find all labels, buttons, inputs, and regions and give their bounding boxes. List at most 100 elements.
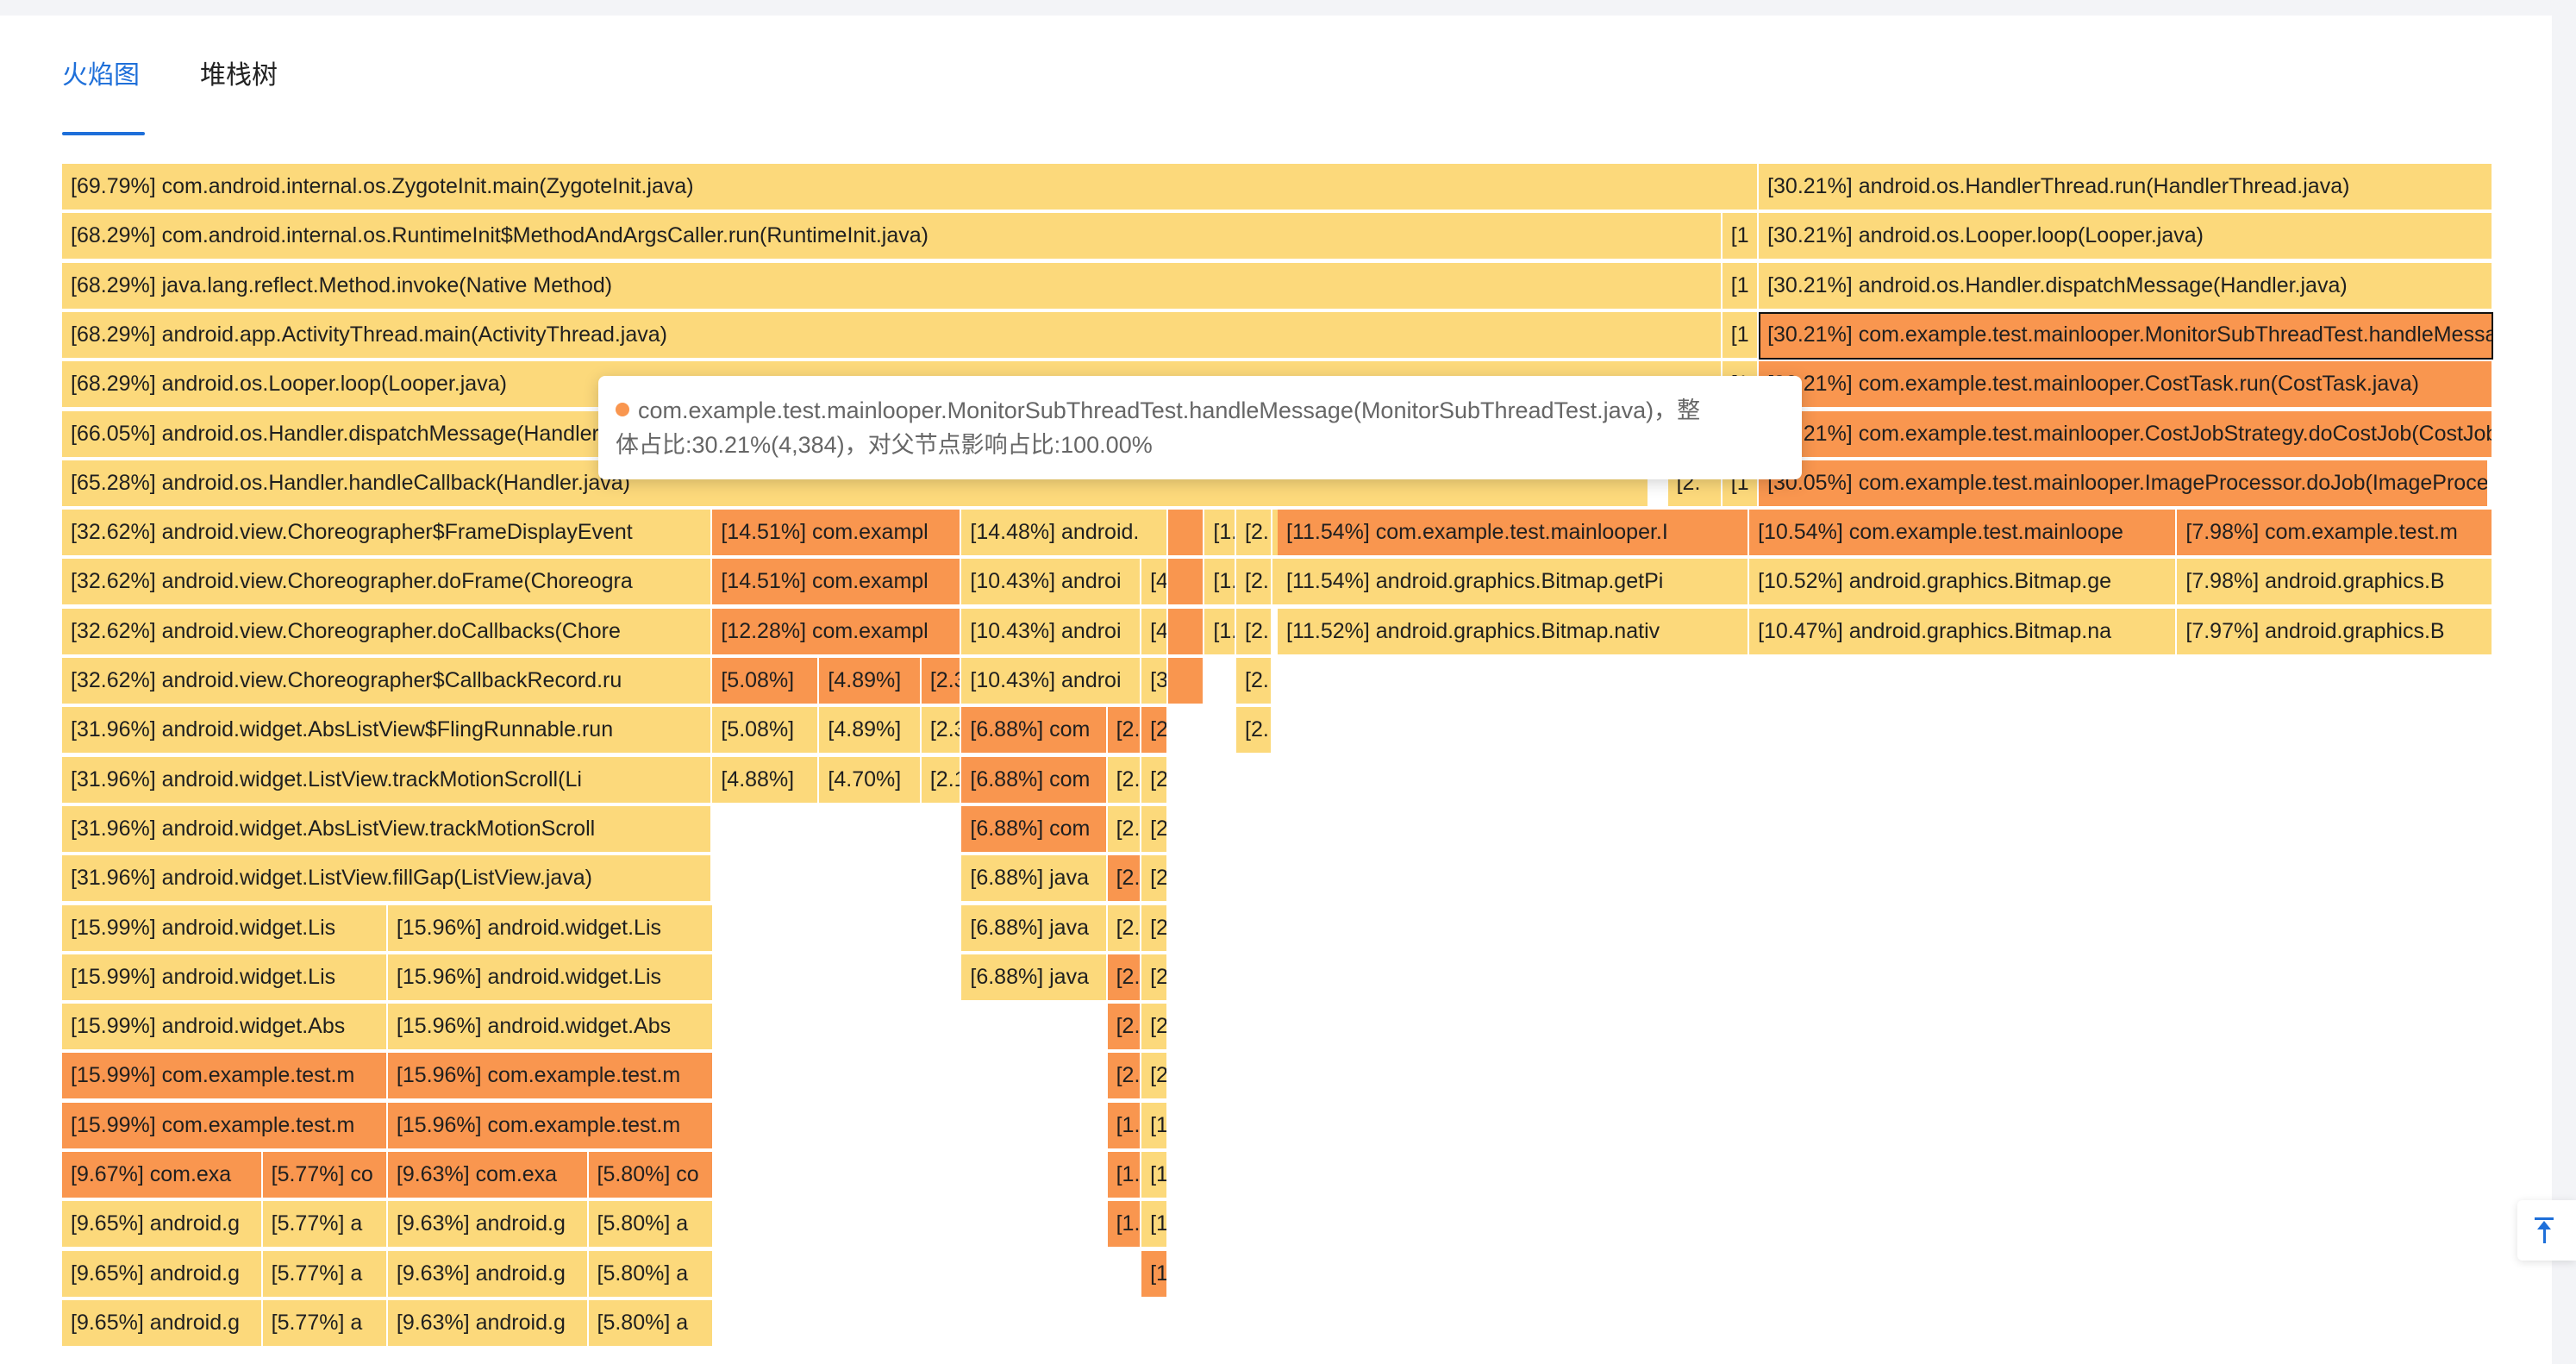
flame-frame[interactable]: [30.21%] android.os.HandlerThread.run(Ha… xyxy=(1759,164,2493,211)
flame-frame[interactable]: [32.62%] android.view.Choreographer$Call… xyxy=(62,658,713,705)
flame-frame[interactable]: [32.62%] android.view.Choreographer$Fram… xyxy=(62,510,713,558)
flame-frame[interactable]: [5.08%] xyxy=(712,658,820,705)
flame-frame[interactable]: [2.3 xyxy=(921,658,962,705)
flame-frame[interactable]: [5.77%] co xyxy=(262,1152,388,1199)
flame-frame[interactable]: [2. xyxy=(1107,855,1142,904)
flame-frame[interactable]: [68.29%] java.lang.reflect.Method.invoke… xyxy=(62,262,1723,310)
flame-frame[interactable]: [5.80%] a xyxy=(588,1250,714,1298)
flame-frame[interactable] xyxy=(1168,559,1205,607)
flame-frame[interactable] xyxy=(1168,510,1205,558)
flame-frame[interactable]: [30.21%] com.example.test.mainlooper.Cos… xyxy=(1759,410,2493,459)
flame-frame[interactable]: [10.43%] androi xyxy=(961,658,1142,705)
flame-frame[interactable]: [2. xyxy=(1107,756,1142,804)
flame-frame[interactable]: [1 xyxy=(1722,213,1760,261)
flame-frame[interactable]: [10.43%] androi xyxy=(961,559,1142,607)
flame-frame[interactable]: [9.63%] com.exa xyxy=(387,1152,589,1199)
flame-frame[interactable]: [31.96%] android.widget.AbsListView.trac… xyxy=(62,805,713,854)
flame-frame[interactable]: [1. xyxy=(1107,1102,1142,1150)
flame-frame[interactable]: [69.79%] com.android.internal.os.ZygoteI… xyxy=(62,164,1760,211)
flame-frame[interactable]: [2. xyxy=(1236,559,1273,607)
flame-frame[interactable]: [2 xyxy=(1141,904,1169,953)
flame-frame[interactable]: [5.77%] a xyxy=(262,1250,388,1298)
flame-frame[interactable]: [31.96%] android.widget.AbsListView$Flin… xyxy=(62,707,713,755)
flame-frame[interactable]: [10.52%] android.graphics.Bitmap.ge xyxy=(1749,559,2178,607)
flame-frame[interactable]: [31.96%] android.widget.ListView.trackMo… xyxy=(62,756,713,804)
flame-frame[interactable]: [32.62%] android.view.Choreographer.doFr… xyxy=(62,559,713,607)
flame-frame[interactable]: [10.43%] androi xyxy=(961,608,1142,656)
flame-frame[interactable]: [11.52%] android.graphics.Bitmap.nativ xyxy=(1278,608,1750,656)
flame-frame[interactable]: [2. xyxy=(1107,707,1142,755)
flame-frame[interactable]: [1. xyxy=(1107,1201,1142,1249)
flame-frame[interactable]: [11.54%] android.graphics.Bitmap.getPi xyxy=(1278,559,1750,607)
flame-frame[interactable]: [2. xyxy=(1107,954,1142,1002)
flame-frame[interactable]: [2 xyxy=(1141,1004,1169,1052)
flame-frame[interactable]: [5.80%] co xyxy=(588,1152,714,1199)
flame-frame[interactable]: [2. xyxy=(1236,510,1273,558)
flame-frame[interactable]: [30.21%] com.example.test.mainlooper.Mon… xyxy=(1759,311,2493,360)
flame-frame[interactable]: [1. xyxy=(1204,608,1237,656)
flame-frame[interactable]: [2 xyxy=(1141,756,1169,804)
flame-frame[interactable]: [11.54%] com.example.test.mainlooper.I xyxy=(1278,510,1750,558)
flame-frame[interactable]: [4.70%] xyxy=(819,756,922,804)
flame-frame[interactable]: [9.63%] android.g xyxy=(387,1250,589,1298)
flame-frame[interactable]: [2. xyxy=(1236,658,1273,705)
flame-frame[interactable]: [9.67%] com.exa xyxy=(62,1152,263,1199)
flame-frame[interactable] xyxy=(1168,658,1205,705)
flame-frame[interactable]: [2.3 xyxy=(921,707,962,755)
flame-frame[interactable]: [1 xyxy=(1141,1201,1169,1249)
flame-frame[interactable]: [14.48%] android. xyxy=(961,510,1169,558)
flame-frame[interactable]: [3 xyxy=(1141,658,1169,705)
flame-frame[interactable]: [15.96%] android.widget.Lis xyxy=(387,954,714,1002)
flame-frame[interactable]: [2. xyxy=(1236,707,1273,755)
flame-frame[interactable]: [15.96%] android.widget.Lis xyxy=(387,904,714,953)
flame-frame[interactable]: [4.89%] xyxy=(819,707,922,755)
flame-frame[interactable]: [1. xyxy=(1107,1152,1142,1199)
flame-frame[interactable]: [2. xyxy=(1107,805,1142,854)
flame-frame[interactable]: [2 xyxy=(1141,1053,1169,1101)
flame-frame[interactable]: [32.62%] android.view.Choreographer.doCa… xyxy=(62,608,713,656)
flame-frame[interactable]: [15.96%] com.example.test.m xyxy=(387,1053,714,1101)
flame-frame[interactable]: [30.21%] android.os.Looper.loop(Looper.j… xyxy=(1759,213,2493,261)
flame-frame[interactable]: [9.63%] android.g xyxy=(387,1201,589,1249)
flame-frame[interactable]: [30.05%] com.example.test.mainlooper.Ima… xyxy=(1759,460,2490,508)
back-to-top-button[interactable] xyxy=(2517,1200,2576,1261)
flame-frame[interactable]: [2 xyxy=(1141,855,1169,904)
flame-frame[interactable]: [7.98%] android.graphics.B xyxy=(2177,559,2493,607)
flame-frame[interactable]: [31.96%] android.widget.ListView.fillGap… xyxy=(62,855,713,904)
flame-frame[interactable] xyxy=(1168,608,1205,656)
flame-frame[interactable]: [14.51%] com.exampl xyxy=(712,559,962,607)
flame-frame[interactable]: [5.77%] a xyxy=(262,1299,388,1348)
flame-frame[interactable]: [6.88%] com xyxy=(961,707,1108,755)
flame-frame[interactable]: [30.21%] android.os.Handler.dispatchMess… xyxy=(1759,262,2493,310)
flame-frame[interactable]: [30.21%] com.example.test.mainlooper.Cos… xyxy=(1759,361,2493,410)
flame-frame[interactable]: [9.65%] android.g xyxy=(62,1201,263,1249)
flame-frame[interactable]: [2. xyxy=(1107,904,1142,953)
flame-frame[interactable]: [10.54%] com.example.test.mainloope xyxy=(1749,510,2178,558)
flame-frame[interactable]: [6.88%] java xyxy=(961,904,1108,953)
flame-frame[interactable]: [15.99%] com.example.test.m xyxy=(62,1053,388,1101)
flame-frame[interactable]: [6.88%] java xyxy=(961,855,1108,904)
flame-frame[interactable]: [1. xyxy=(1204,559,1237,607)
flame-frame[interactable]: [1. xyxy=(1204,510,1237,558)
flame-frame[interactable]: [1 xyxy=(1141,1152,1169,1199)
flame-frame[interactable]: [10.47%] android.graphics.Bitmap.na xyxy=(1749,608,2178,656)
flame-frame[interactable]: [15.99%] android.widget.Lis xyxy=(62,954,388,1002)
flame-frame[interactable]: [2. xyxy=(1107,1004,1142,1052)
flame-frame[interactable]: [1 xyxy=(1722,311,1760,360)
flame-frame[interactable]: [1 xyxy=(1141,1102,1169,1150)
flame-frame[interactable]: [15.99%] com.example.test.m xyxy=(62,1102,388,1150)
flame-frame[interactable]: [5.80%] a xyxy=(588,1299,714,1348)
flame-frame[interactable]: [7.98%] com.example.test.m xyxy=(2177,510,2493,558)
flame-frame[interactable]: [2.1 xyxy=(921,756,962,804)
flame-frame[interactable]: [2. xyxy=(1107,1053,1142,1101)
flame-frame[interactable]: [2 xyxy=(1141,707,1169,755)
flame-frame[interactable]: [2. xyxy=(1236,608,1273,656)
flame-frame[interactable]: [5.08%] xyxy=(712,707,820,755)
flame-frame[interactable]: [2 xyxy=(1141,805,1169,854)
flame-frame[interactable]: [7.97%] android.graphics.B xyxy=(2177,608,2493,656)
flame-frame[interactable]: [15.96%] android.widget.Abs xyxy=(387,1004,714,1052)
flame-frame[interactable]: [15.96%] com.example.test.m xyxy=(387,1102,714,1150)
flame-frame[interactable]: [4 xyxy=(1141,608,1169,656)
flame-frame[interactable]: [6.88%] com xyxy=(961,805,1108,854)
flame-frame[interactable]: [12.28%] com.exampl xyxy=(712,608,962,656)
